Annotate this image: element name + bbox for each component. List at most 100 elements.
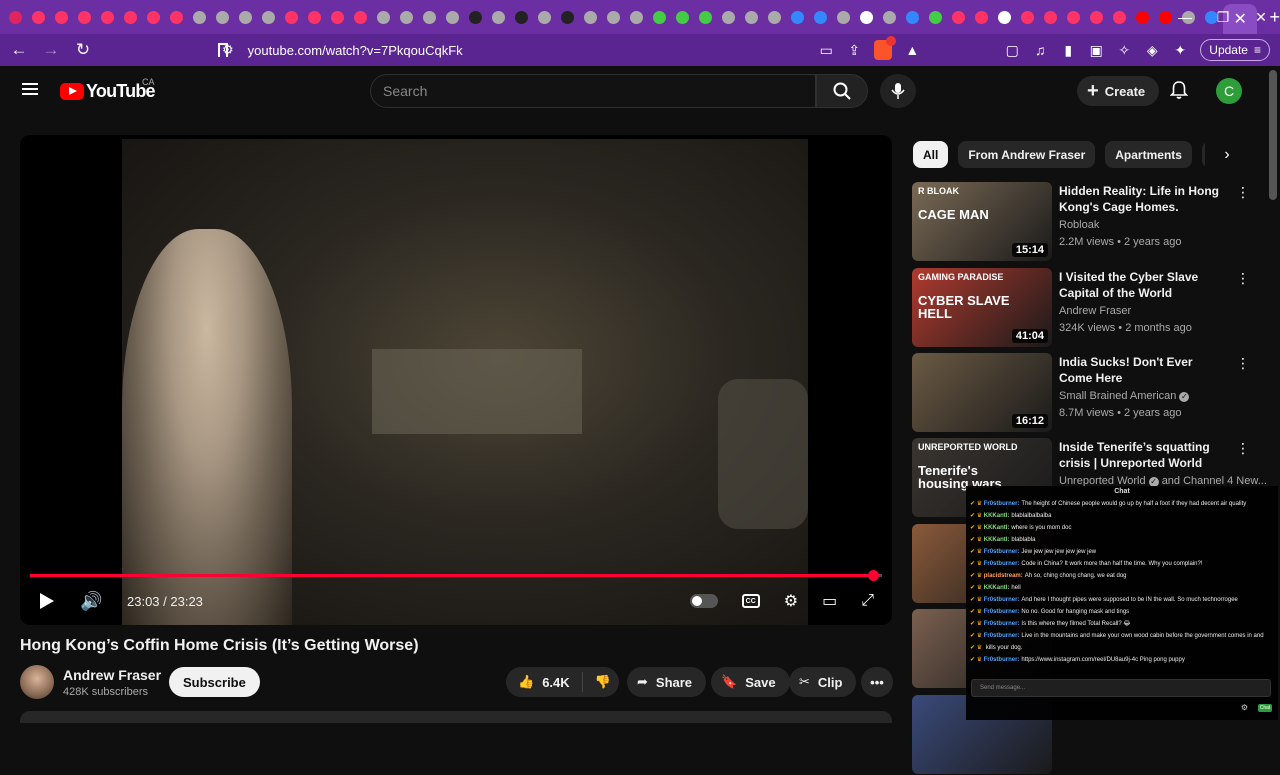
tab-favicon-icon[interactable]	[584, 10, 597, 24]
forward-button[interactable]: →	[38, 40, 64, 60]
more-vertical-icon[interactable]: ⋮	[1236, 355, 1250, 372]
progress-scrubber[interactable]	[868, 570, 880, 581]
chat-username[interactable]: Fr0stburner:	[984, 621, 1020, 627]
tab-favicon-icon[interactable]	[1044, 10, 1057, 24]
close-window-button[interactable]: ✕	[1242, 9, 1280, 26]
tab-favicon-icon[interactable]	[653, 10, 666, 24]
tab-favicon-icon[interactable]	[515, 10, 528, 24]
chat-username[interactable]: KKKantl:	[984, 585, 1010, 591]
chat-username[interactable]: Fr0stburner:	[984, 549, 1020, 555]
volume-icon[interactable]: 🔊	[80, 591, 102, 612]
tab-favicon-icon[interactable]	[124, 10, 137, 24]
tab-favicon-icon[interactable]	[768, 10, 781, 24]
tab-favicon-icon[interactable]	[906, 10, 919, 24]
reload-button[interactable]: ↻	[70, 40, 96, 60]
filter-chip[interactable]: Buil	[1201, 141, 1205, 168]
tab-favicon-icon[interactable]	[630, 10, 643, 24]
tab-favicon-icon[interactable]	[791, 10, 804, 24]
leo-ai-icon[interactable]: ✧	[1116, 42, 1132, 58]
captions-button[interactable]: CC	[741, 594, 760, 608]
maximize-button[interactable]: ❐	[1204, 9, 1242, 26]
recommended-video-title[interactable]: India Sucks! Don't Ever Come Here	[1059, 354, 1229, 386]
tab-favicon-icon[interactable]	[745, 10, 758, 24]
cast-icon[interactable]: ▭	[818, 42, 834, 58]
tab-favicon-icon[interactable]	[32, 10, 45, 24]
chat-input[interactable]: Send message...	[971, 679, 1271, 697]
save-button[interactable]: 🔖 Save	[711, 667, 790, 697]
tab-favicon-icon[interactable]	[101, 10, 114, 24]
search-button[interactable]	[816, 74, 868, 108]
channel-avatar[interactable]	[20, 665, 54, 699]
recommended-video[interactable]: R BLOAK CAGE MAN 15:14 Hidden Reality: Life…	[912, 182, 1252, 262]
autoplay-toggle[interactable]	[689, 594, 718, 608]
tab-favicon-icon[interactable]	[377, 10, 390, 24]
tab-favicon-icon[interactable]	[216, 10, 229, 24]
chat-username[interactable]: Fr0stburner:	[984, 501, 1020, 507]
tab-favicon-icon[interactable]	[952, 10, 965, 24]
tab-favicon-icon[interactable]	[262, 10, 275, 24]
wallet-icon[interactable]: ▣	[1088, 42, 1104, 58]
site-info-icon[interactable]: ⚙	[222, 42, 234, 58]
tab-favicon-icon[interactable]	[722, 10, 735, 24]
like-button[interactable]: 👍 6.4K	[506, 672, 583, 692]
share-button[interactable]: ➦ Share	[627, 667, 707, 697]
subscribe-button[interactable]: Subscribe	[169, 667, 260, 697]
recommended-video[interactable]: GAMING PARADISE CYBER SLAVE HELL 41:04 I Vi…	[912, 268, 1252, 348]
tab-favicon-icon[interactable]	[78, 10, 91, 24]
tab-favicon-icon[interactable]	[929, 10, 942, 24]
tab-favicon-icon[interactable]	[469, 10, 482, 24]
more-vertical-icon[interactable]: ⋮	[1236, 270, 1250, 287]
video-player[interactable]: 🔊 23:03 / 23:23 CC ⚙ ▭ ⤢	[20, 135, 892, 625]
theater-mode-icon[interactable]: ▭	[822, 591, 837, 611]
tab-favicon-icon[interactable]	[492, 10, 505, 24]
page-scrollbar[interactable]	[1269, 70, 1277, 200]
notifications-bell-icon[interactable]	[1169, 80, 1189, 105]
recommended-video-title[interactable]: I Visited the Cyber Slave Capital of the…	[1059, 269, 1229, 301]
more-vertical-icon[interactable]: ⋮	[1236, 184, 1250, 201]
clip-button[interactable]: ✂ Clip	[789, 667, 857, 697]
tab-favicon-icon[interactable]	[607, 10, 620, 24]
chat-send-button[interactable]: Chat	[1258, 704, 1272, 712]
video-thumbnail[interactable]: GAMING PARADISE CYBER SLAVE HELL 41:04	[912, 268, 1052, 347]
chat-username[interactable]: Fr0stburner:	[984, 597, 1020, 603]
tab-favicon-icon[interactable]	[354, 10, 367, 24]
share-page-icon[interactable]: ⇪	[846, 42, 862, 58]
profile-icon[interactable]: ✦	[1172, 42, 1188, 58]
tab-favicon-icon[interactable]	[239, 10, 252, 24]
back-button[interactable]: ←	[6, 40, 32, 60]
update-button[interactable]: Update ≡	[1200, 39, 1270, 61]
progress-bar[interactable]	[30, 570, 882, 581]
recommended-channel-name[interactable]: Andrew Fraser	[1059, 305, 1131, 317]
youtube-logo[interactable]: YouTube CA	[60, 77, 156, 102]
chat-username[interactable]: KKKantl:	[984, 513, 1010, 519]
vpn-icon[interactable]: ◈	[1144, 42, 1160, 58]
tab-favicon-icon[interactable]	[1067, 10, 1080, 24]
description-box[interactable]	[20, 711, 892, 723]
play-icon[interactable]	[40, 593, 54, 609]
chat-username[interactable]: KKKantl:	[984, 537, 1010, 543]
tab-favicon-icon[interactable]	[814, 10, 827, 24]
recommended-channel-name[interactable]: Robloak	[1059, 219, 1099, 231]
recommended-channel-name[interactable]: Small Brained American ✓	[1059, 390, 1190, 402]
rewards-icon[interactable]: ▲	[904, 42, 920, 58]
recommended-video[interactable]: 16:12 India Sucks! Don't Ever Come Here Sm…	[912, 353, 1252, 433]
tab-favicon-icon[interactable]	[446, 10, 459, 24]
tab-favicon-icon[interactable]	[561, 10, 574, 24]
dislike-button[interactable]: 👎	[583, 674, 623, 690]
media-icon[interactable]: ♫	[1032, 42, 1048, 58]
tab-favicon-icon[interactable]	[1090, 10, 1103, 24]
chat-username[interactable]: Fr0stburner:	[984, 609, 1020, 615]
create-button[interactable]: + Create	[1077, 76, 1160, 106]
hamburger-menu-icon[interactable]	[22, 83, 38, 95]
tab-favicon-icon[interactable]	[308, 10, 321, 24]
chips-next-chevron-icon[interactable]: ›	[1216, 141, 1238, 168]
tab-favicon-icon[interactable]	[538, 10, 551, 24]
tab-favicon-icon[interactable]	[1021, 10, 1034, 24]
chat-username[interactable]: placidstream:	[984, 573, 1023, 579]
filter-chip[interactable]: From Andrew Fraser	[958, 141, 1096, 168]
chat-username[interactable]: Fr0stburner:	[984, 657, 1020, 663]
tab-favicon-icon[interactable]	[55, 10, 68, 24]
tab-favicon-icon[interactable]	[860, 10, 873, 24]
address-bar[interactable]: ⚙ youtube.com/watch?v=7PkqouCqkFk	[222, 34, 463, 66]
more-actions-button[interactable]: •••	[861, 667, 893, 697]
